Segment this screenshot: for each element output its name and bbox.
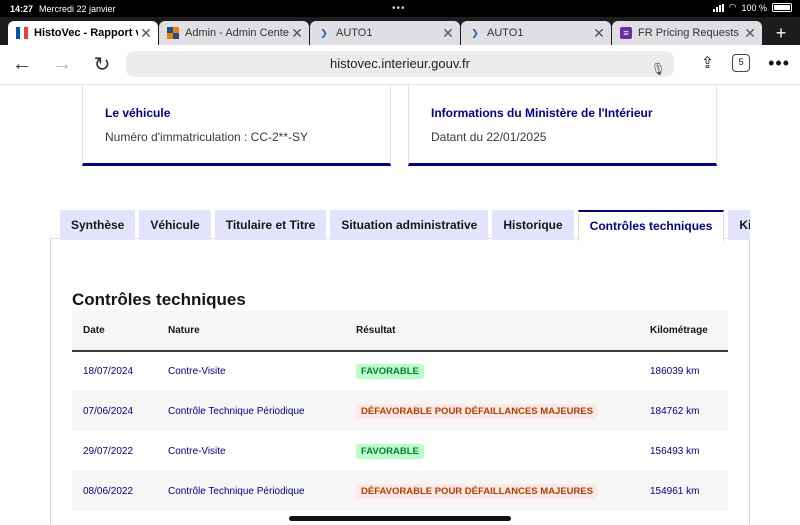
multitask-dots-icon[interactable]: •••	[392, 3, 406, 14]
browser-tab-auto1-second[interactable]: ❯ AUTO1 ✕	[461, 21, 611, 45]
french-flag-icon	[16, 27, 28, 39]
tab-kilometrage[interactable]: Kilo	[728, 210, 751, 240]
admin-center-icon	[167, 27, 179, 39]
tab-controles-techniques[interactable]: Contrôles techniques	[577, 210, 725, 241]
report-tabs: Synthèse Véhicule Titulaire et Titre Sit…	[60, 210, 751, 241]
cell-date: 08/06/2022	[83, 485, 134, 497]
browser-tab-pricing[interactable]: ≡ FR Pricing Requests ✕	[612, 21, 762, 45]
browser-tab-label: AUTO1	[487, 27, 524, 39]
ministry-card: Informations du Ministère de l'Intérieur…	[408, 85, 717, 166]
table-row: 07/06/2024 Contrôle Technique Périodique…	[72, 391, 728, 431]
table-row: 18/07/2024 Contre-Visite FAVORABLE 18603…	[72, 351, 728, 391]
microphone-icon[interactable]: 🎙	[651, 56, 666, 82]
cell-mileage: 154961 km	[650, 485, 700, 497]
cell-result: DÉFAVORABLE POUR DÉFAILLANCES MAJEURES	[345, 391, 639, 431]
vehicle-card-title: Le véhicule	[105, 106, 171, 120]
header-date: Date	[72, 311, 157, 352]
tab-situation[interactable]: Situation administrative	[330, 210, 489, 240]
cell-result: FAVORABLE	[345, 431, 639, 471]
battery-icon	[772, 3, 792, 12]
new-tab-icon[interactable]: +	[767, 21, 795, 45]
browser-tab-label: Admin - Admin Center	[185, 27, 289, 39]
cell-nature: Contrôle Technique Périodique	[168, 405, 305, 417]
browser-toolbar: ← → ↻ histovec.interieur.gouv.fr 🎙 ⇪ 5 •…	[0, 45, 800, 85]
cell-nature: Contrôle Technique Périodique	[168, 485, 305, 497]
status-badge: DÉFAVORABLE POUR DÉFAILLANCES MAJEURES	[356, 483, 599, 499]
status-time: 14:27	[10, 3, 34, 14]
table-row: 08/06/2022 Contrôle Technique Périodique…	[72, 471, 728, 511]
cellular-signal-icon	[712, 3, 724, 12]
auto1-icon: ❯	[471, 28, 479, 38]
close-tab-icon[interactable]: ✕	[289, 25, 305, 42]
tab-count-button[interactable]: 5	[732, 54, 751, 72]
table-row: 29/07/2022 Contre-Visite FAVORABLE 15649…	[72, 431, 728, 471]
pricing-icon: ≡	[620, 27, 632, 39]
status-bar: 14:27 Mercredi 22 janvier ••• ◠ 100 %	[0, 0, 800, 17]
header-mileage: Kilométrage	[639, 311, 728, 352]
toolbar-actions: ⇪ 5 •••	[701, 53, 790, 73]
tab-vehicule[interactable]: Véhicule	[139, 210, 211, 240]
close-tab-icon[interactable]: ✕	[138, 25, 154, 42]
cell-mileage: 186039 km	[650, 366, 700, 377]
browser-tab-strip: HistoVec - Rapport ve ✕ Admin - Admin Ce…	[0, 17, 800, 45]
url-text: histovec.interieur.gouv.fr	[330, 56, 470, 71]
battery-percent: 100 %	[741, 2, 767, 13]
cell-nature: Contre-Visite	[168, 445, 226, 457]
share-icon[interactable]: ⇪	[701, 53, 714, 73]
cell-result: DÉFAVORABLE POUR DÉFAILLANCES MAJEURES	[345, 471, 639, 511]
url-field[interactable]: histovec.interieur.gouv.fr 🎙	[126, 51, 674, 77]
page-content: Le véhicule Numéro d'immatriculation : C…	[0, 85, 800, 525]
status-date: Mercredi 22 janvier	[39, 3, 116, 14]
browser-tab-auto1[interactable]: ❯ AUTO1 ✕	[310, 21, 460, 45]
close-tab-icon[interactable]: ✕	[591, 25, 607, 42]
cell-date: 18/07/2024	[83, 366, 134, 377]
vehicle-card: Le véhicule Numéro d'immatriculation : C…	[82, 85, 391, 166]
tab-historique[interactable]: Historique	[492, 210, 574, 240]
forward-arrow-icon[interactable]: →	[45, 48, 79, 82]
status-indicators: ◠ 100 %	[712, 2, 792, 13]
close-tab-icon[interactable]: ✕	[440, 25, 456, 42]
cell-mileage: 184762 km	[650, 405, 700, 417]
ministry-card-title: Informations du Ministère de l'Intérieur	[431, 106, 653, 120]
wifi-icon: ◠	[728, 2, 737, 12]
back-arrow-icon[interactable]: ←	[5, 48, 39, 82]
header-nature: Nature	[157, 311, 345, 352]
status-badge: FAVORABLE	[356, 364, 424, 379]
cell-mileage: 156493 km	[650, 445, 700, 457]
vehicle-card-text: Numéro d'immatriculation : CC-2**-SY	[105, 130, 309, 144]
tab-synthese[interactable]: Synthèse	[60, 210, 136, 240]
browser-tab-label: HistoVec - Rapport ve	[34, 27, 138, 39]
browser-tab-label: AUTO1	[336, 27, 373, 39]
home-indicator[interactable]	[289, 516, 511, 521]
table-header-row: Date Nature Résultat Kilométrage	[72, 311, 728, 352]
browser-tab-admin[interactable]: Admin - Admin Center ✕	[159, 21, 309, 45]
tab-titulaire[interactable]: Titulaire et Titre	[214, 210, 327, 240]
browser-tab-histovec[interactable]: HistoVec - Rapport ve ✕	[8, 21, 158, 45]
header-result: Résultat	[345, 311, 639, 352]
section-title: Contrôles techniques	[72, 290, 246, 309]
browser-tab-label: FR Pricing Requests	[638, 27, 739, 39]
more-options-icon[interactable]: •••	[768, 54, 790, 72]
cell-nature: Contre-Visite	[168, 366, 226, 377]
cell-date: 07/06/2024	[83, 405, 134, 417]
controls-table: Date Nature Résultat Kilométrage 18/07/2…	[72, 311, 728, 511]
cell-date: 29/07/2022	[83, 445, 134, 457]
close-tab-icon[interactable]: ✕	[742, 25, 758, 42]
status-badge: FAVORABLE	[356, 443, 424, 459]
ministry-card-text: Datant du 22/01/2025	[431, 130, 547, 144]
status-badge: DÉFAVORABLE POUR DÉFAILLANCES MAJEURES	[356, 403, 599, 419]
auto1-icon: ❯	[320, 28, 328, 38]
reload-icon[interactable]: ↻	[85, 48, 119, 82]
cell-result: FAVORABLE	[345, 351, 639, 391]
